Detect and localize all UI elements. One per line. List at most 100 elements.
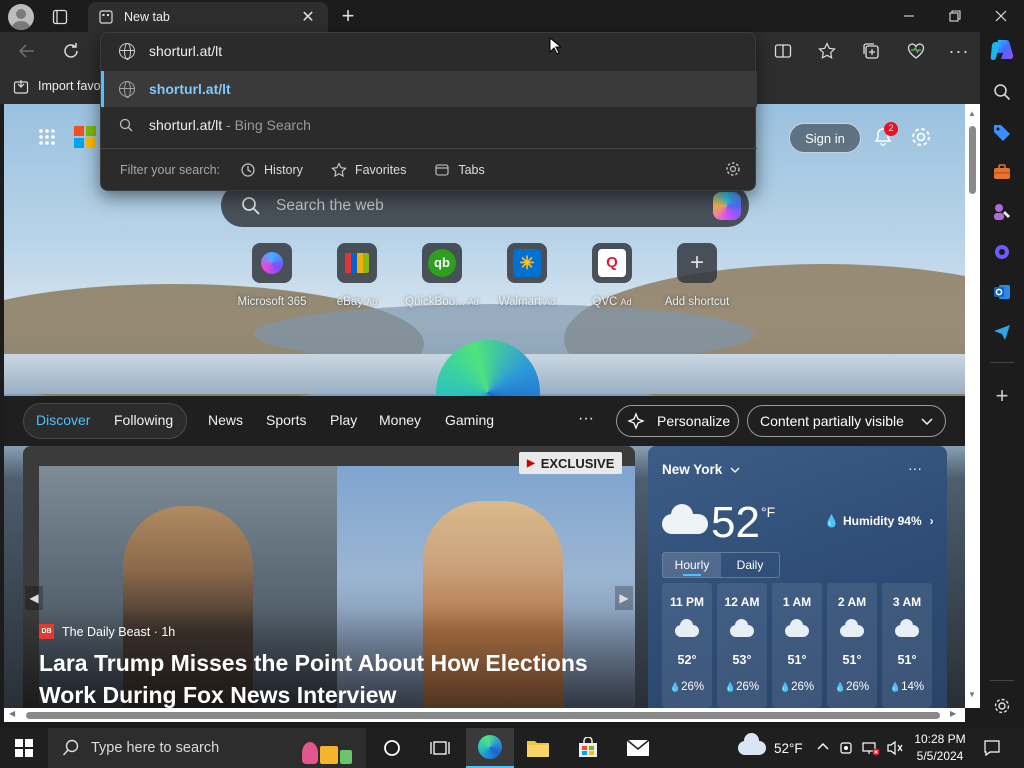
- device-tray-icon[interactable]: [838, 740, 854, 756]
- weather-location[interactable]: New York: [662, 462, 740, 477]
- new-tab-button[interactable]: +: [336, 3, 360, 28]
- scroll-right-arrow-icon[interactable]: ▶: [950, 709, 956, 718]
- mail-taskbar-app[interactable]: [614, 728, 662, 768]
- content-visibility-dropdown[interactable]: Content partially visible: [747, 405, 946, 437]
- task-view-button[interactable]: [368, 728, 416, 768]
- search-settings-gear-icon[interactable]: [725, 161, 741, 177]
- weather-more-icon[interactable]: ···: [908, 460, 922, 476]
- search-icon[interactable]: [990, 80, 1014, 104]
- edge-taskbar-app[interactable]: [466, 728, 514, 768]
- nav-money[interactable]: Money: [379, 412, 421, 428]
- import-favorites-link[interactable]: Import favo: [38, 79, 101, 93]
- import-favorites-icon[interactable]: [12, 78, 30, 96]
- sidebar-settings-gear-icon[interactable]: [990, 694, 1014, 718]
- taskbar-weather[interactable]: 52°F: [738, 728, 803, 768]
- copilot-sidebar-icon[interactable]: [990, 240, 1014, 264]
- apps-launcher-grid-icon[interactable]: [36, 126, 58, 148]
- rain-drop-icon: 💧: [669, 682, 682, 692]
- copilot-search-icon[interactable]: [713, 192, 741, 220]
- nav-news[interactable]: News: [208, 412, 243, 428]
- minimize-button[interactable]: [896, 6, 922, 26]
- outlook-icon[interactable]: [990, 280, 1014, 304]
- tools-briefcase-icon[interactable]: [990, 160, 1014, 184]
- browser-tab-new-tab[interactable]: New tab ✕: [88, 2, 328, 32]
- favorites-star-icon[interactable]: [816, 40, 838, 62]
- add-sidebar-app-icon[interactable]: +: [990, 383, 1014, 408]
- taskbar-clock[interactable]: 10:28 PM 5/5/2024: [910, 731, 970, 765]
- nav-more-button[interactable]: ···: [578, 410, 594, 428]
- split-screen-icon[interactable]: [772, 40, 794, 62]
- scroll-left-arrow-icon[interactable]: ◀: [9, 709, 15, 718]
- profile-avatar[interactable]: [8, 4, 34, 30]
- hourly-forecast-item[interactable]: 1 AM 51° 💧26%: [772, 583, 822, 708]
- quick-link-qvc[interactable]: Q QVC Ad: [572, 243, 652, 308]
- notifications-bell-icon[interactable]: 2: [870, 122, 898, 150]
- hourly-forecast-item[interactable]: 2 AM 51° 💧26%: [827, 583, 877, 708]
- page-settings-gear-icon[interactable]: [908, 124, 934, 150]
- tab-hourly[interactable]: Hourly: [663, 553, 721, 577]
- tab-daily-label: Daily: [736, 558, 764, 572]
- restore-button[interactable]: [942, 6, 968, 26]
- suggestion-url-row[interactable]: shorturl.at/lt: [101, 71, 757, 107]
- quick-link-walmart[interactable]: ✳ Walmart Ad: [487, 243, 567, 308]
- address-input[interactable]: [149, 43, 649, 59]
- nav-gaming[interactable]: Gaming: [445, 412, 494, 428]
- address-input-row[interactable]: [101, 33, 757, 69]
- back-arrow-icon[interactable]: [16, 40, 38, 62]
- weather-card[interactable]: New York ··· 52 °F 💧 Humidity 94% › Hour…: [648, 446, 947, 708]
- headline-line-1[interactable]: Lara Trump Misses the Point About How El…: [39, 650, 588, 677]
- personalize-button[interactable]: Personalize: [616, 405, 739, 437]
- settings-more-icon[interactable]: ···: [948, 40, 970, 62]
- news-card[interactable]: ▶ EXCLUSIVE ◀ ▶ DB The Daily Beast · 1h …: [23, 446, 635, 708]
- quick-link-label: QVC: [592, 296, 618, 308]
- quick-link-quickbooks[interactable]: qb QuickBoo... Ad: [402, 243, 482, 308]
- nav-play[interactable]: Play: [330, 412, 357, 428]
- file-explorer-taskbar-app[interactable]: [514, 728, 562, 768]
- notifications-center-icon[interactable]: [983, 739, 1001, 757]
- quick-link-ebay[interactable]: eBay Ad: [317, 243, 397, 308]
- hourly-forecast-item[interactable]: 3 AM 51° 💧14%: [882, 583, 932, 708]
- filter-tabs-button[interactable]: Tabs: [434, 162, 485, 178]
- chevron-right-icon[interactable]: ›: [930, 514, 934, 528]
- hourly-forecast-item[interactable]: 11 PM 52° 💧26%: [662, 583, 712, 708]
- filter-favorites-button[interactable]: Favorites: [331, 162, 406, 178]
- taskbar-search-box[interactable]: Type here to search: [48, 728, 366, 768]
- scroll-down-arrow-icon[interactable]: ▼: [968, 690, 976, 699]
- volume-muted-icon[interactable]: [886, 740, 904, 756]
- tab-daily[interactable]: Daily: [721, 553, 779, 577]
- quick-link-microsoft-365[interactable]: Microsoft 365: [232, 243, 312, 308]
- start-button[interactable]: [0, 728, 48, 768]
- tab-actions-icon[interactable]: [50, 7, 70, 27]
- browser-essentials-icon[interactable]: [905, 40, 927, 62]
- tab-following[interactable]: Following: [114, 412, 173, 428]
- show-hidden-icons-chevron-icon[interactable]: [816, 740, 830, 754]
- collections-icon[interactable]: [860, 40, 882, 62]
- shopping-tag-icon[interactable]: [990, 120, 1014, 144]
- close-window-button[interactable]: [988, 6, 1014, 26]
- vertical-scroll-thumb[interactable]: [969, 126, 976, 194]
- send-telegram-icon[interactable]: [990, 320, 1014, 344]
- sign-in-button[interactable]: Sign in: [789, 123, 861, 153]
- tab-discover[interactable]: Discover: [36, 412, 90, 428]
- horizontal-scroll-thumb[interactable]: [26, 712, 940, 719]
- taskbar-weather-temp: 52°F: [774, 740, 803, 756]
- games-icon[interactable]: [990, 200, 1014, 224]
- hourly-forecast-item[interactable]: 12 AM 53° 💧26%: [717, 583, 767, 708]
- microsoft-logo-icon[interactable]: [74, 126, 96, 148]
- network-icon[interactable]: [862, 740, 880, 756]
- refresh-icon[interactable]: [60, 40, 82, 62]
- copilot-icon[interactable]: [988, 36, 1016, 64]
- headline-line-2[interactable]: Work During Fox News Interview: [39, 682, 396, 708]
- add-shortcut-button[interactable]: + Add shortcut: [657, 243, 737, 308]
- microsoft-store-taskbar-app[interactable]: [564, 728, 612, 768]
- vertical-scrollbar[interactable]: ▲ ▼: [965, 104, 980, 708]
- forecast-precip: 💧26%: [834, 681, 870, 693]
- cloud-icon: [840, 619, 864, 637]
- nav-sports[interactable]: Sports: [266, 412, 306, 428]
- scroll-up-arrow-icon[interactable]: ▲: [968, 109, 976, 118]
- filter-history-button[interactable]: History: [240, 162, 303, 178]
- task-view-icon[interactable]: [416, 728, 464, 768]
- horizontal-scrollbar[interactable]: ◀ ▶: [4, 708, 965, 722]
- suggestion-search-row[interactable]: shorturl.at/lt - Bing Search: [101, 107, 757, 143]
- close-tab-icon[interactable]: ✕: [300, 9, 316, 26]
